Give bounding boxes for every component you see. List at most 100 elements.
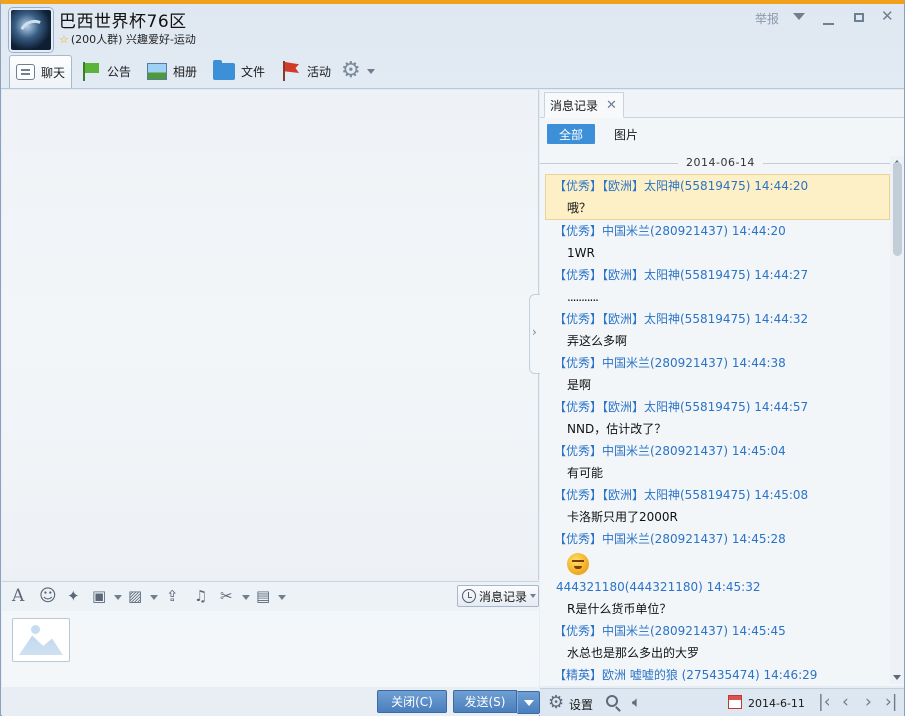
message-meta: 【精英】欧洲 嘘嘘的狼 (275435474) 14:46:29 [554,668,818,682]
list-item[interactable]: 【优秀】中国米兰(280921437) 14:44:38 是啊 [540,352,890,396]
chevron-down-icon[interactable] [150,595,158,600]
list-item[interactable]: 【优秀】【欧洲】太阳神(55819475) 14:44:32 弄这么多啊 [540,308,890,352]
gift-icon[interactable]: ▣ [92,588,106,605]
tab-chat-label: 聊天 [41,65,66,80]
font-icon[interactable]: A [12,588,24,605]
list-item[interactable]: 【优秀】中国米兰(280921437) 14:44:20 1WR [540,220,890,264]
maximize-icon[interactable] [854,13,864,22]
message-history-label: 消息记录 [479,589,528,604]
message-body: R是什么货币单位？ [567,602,672,616]
album-icon [147,62,167,80]
message-meta: 【优秀】【欧洲】太阳神(55819475) 14:44:27 [554,268,809,282]
tab-announcement-label: 公告 [107,64,132,79]
image-placeholder-icon[interactable] [12,618,70,662]
tab-files-label: 文件 [241,64,266,79]
chat-message-area[interactable] [2,90,539,580]
report-button[interactable]: 举报 [755,10,779,27]
history-scrollbar[interactable] [890,156,904,684]
image-icon[interactable]: ▨ [128,588,142,605]
message-history-button[interactable]: 消息记录 [457,585,539,607]
tab-album-label: 相册 [173,64,198,79]
folder-icon [213,59,235,80]
first-page-icon[interactable]: |‹ [818,692,831,712]
list-item[interactable]: 【优秀】中国米兰(280921437) 14:45:45 水总也是那么多出的大罗 [540,620,890,664]
emoji-icon[interactable]: ☺ [39,588,57,605]
list-item[interactable]: 【优秀】中国米兰(280921437) 14:45:04 有可能 [540,440,890,484]
menu-dropdown-icon[interactable] [793,13,805,20]
group-title: 巴西世界杯76区 [59,12,187,32]
send-options-dropdown[interactable] [517,691,540,714]
chevron-right-icon: › [532,325,537,339]
gear-icon: ⚙ [341,58,361,83]
message-input-area[interactable] [2,611,539,687]
list-item[interactable]: 【优秀】中国米兰(280921437) 14:45:28 [540,528,890,576]
close-icon[interactable]: ✕ [606,98,617,113]
date-separator: 2014-06-14 [540,156,890,170]
group-avatar[interactable] [9,8,53,52]
message-history-panel: 消息记录 ✕ 全部 图片 2014-06-14 【优秀】【欧洲】太阳神(5581… [540,90,904,686]
message-meta: 【优秀】【欧洲】太阳神(55819475) 14:44:57 [554,400,809,414]
list-item[interactable]: 【优秀】【欧洲】太阳神(55819475) 14:44:27 .........… [540,264,890,308]
list-item[interactable]: 【优秀】【欧洲】太阳神(55819475) 14:45:08 卡洛斯只用了200… [540,484,890,528]
chevron-down-icon[interactable] [278,595,286,600]
tab-chat[interactable]: 聊天 [9,55,73,88]
history-date-picker[interactable]: 2014-6-11 [748,697,805,710]
tab-activity-label: 活动 [307,64,332,79]
send-button[interactable]: 发送(S) [453,690,517,713]
next-page-icon[interactable]: › [865,692,872,712]
filter-all-button[interactable]: 全部 [547,124,595,144]
calendar-icon[interactable] [728,695,742,709]
message-body: NND，估计改了？ [567,422,667,436]
chevron-down-icon [530,594,537,598]
message-meta: 【优秀】中国米兰(280921437) 14:45:04 [554,444,786,458]
message-body: ........... [567,290,599,304]
scroll-down-icon[interactable] [893,675,901,680]
previous-page-icon[interactable]: ‹ [842,692,849,712]
message-meta: 【优秀】中国米兰(280921437) 14:44:38 [554,356,786,370]
date-separator-text: 2014-06-14 [678,156,763,169]
tab-album[interactable]: 相册 [141,55,203,87]
chevron-down-icon [366,68,375,74]
toolbar-settings-button[interactable]: ⚙ [335,55,381,87]
history-bottom-bar: ⚙ 设置 🔈︎ 2014-6-11 |‹ ‹ › ›| [540,688,904,716]
last-page-icon[interactable]: ›| [885,692,898,712]
star-icon: ☆ [59,33,69,46]
main-toolbar: 聊天 公告 相册 文件 活动 ⚙ [7,55,902,89]
chat-bubble-icon [16,64,35,80]
message-body: 哦？ [567,201,592,215]
speaker-icon[interactable]: 🔈︎ [632,693,641,711]
list-item[interactable]: 444321180(444321180) 14:45:32 R是什么货币单位？ [540,576,890,620]
tab-message-history-label: 消息记录 [550,98,599,113]
tab-announcement[interactable]: 公告 [75,55,137,87]
tab-activity[interactable]: 活动 [275,55,337,87]
history-message-list[interactable]: 【优秀】【欧洲】太阳神(55819475) 14:44:20 哦？ 【优秀】中国… [540,174,890,684]
search-icon[interactable] [606,695,618,707]
scrollbar-thumb[interactable] [893,162,902,256]
minimize-icon[interactable] [823,23,834,25]
tab-files[interactable]: 文件 [207,55,271,87]
window-header: 巴西世界杯76区 ☆ (200人群) 兴趣爱好-运动 举报 ✕ [1,4,904,52]
chevron-down-icon[interactable] [242,595,250,600]
screenshot-icon[interactable]: ▤ [256,588,270,605]
history-settings-button[interactable]: 设置 [569,696,593,713]
scissors-icon[interactable]: ✂ [220,588,233,605]
upload-icon[interactable]: ⇪ [166,588,179,605]
magic-wand-icon[interactable]: ✦ [67,588,80,605]
panel-collapse-handle[interactable]: › [529,294,540,374]
group-subtitle: ☆ (200人群) 兴趣爱好-运动 [59,31,196,47]
list-item[interactable]: 【优秀】【欧洲】太阳神(55819475) 14:44:57 NND，估计改了？ [540,396,890,440]
toolbar-divider [1,88,904,89]
list-item[interactable]: 【精英】欧洲 嘘嘘的狼 (275435474) 14:46:29 [540,664,890,684]
close-icon[interactable]: ✕ [881,9,894,24]
filter-pictures-button[interactable]: 图片 [614,126,638,143]
close-button[interactable]: 关闭(C) [377,690,447,713]
music-icon[interactable]: ♫ [194,588,207,605]
message-meta: 【优秀】【欧洲】太阳神(55819475) 14:45:08 [554,488,809,502]
message-meta: 【优秀】【欧洲】太阳神(55819475) 14:44:32 [554,312,809,326]
message-meta: 【优秀】中国米兰(280921437) 14:45:45 [554,624,786,638]
chevron-down-icon[interactable] [114,595,122,600]
gear-icon[interactable]: ⚙ [548,692,564,713]
message-meta: 【优秀】【欧洲】太阳神(55819475) 14:44:20 [554,179,809,193]
tab-message-history[interactable]: 消息记录 ✕ [544,92,624,118]
list-item[interactable]: 【优秀】【欧洲】太阳神(55819475) 14:44:20 哦？ [545,174,890,220]
